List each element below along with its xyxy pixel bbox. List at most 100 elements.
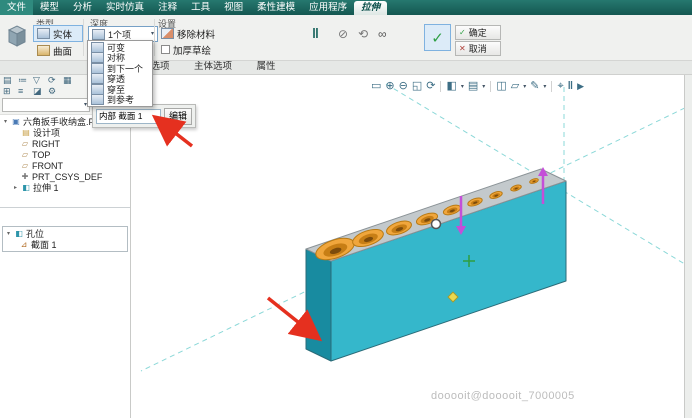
tab-properties[interactable]: 属性 <box>246 60 286 74</box>
white-drag-dot[interactable] <box>432 220 441 229</box>
extruded-block[interactable] <box>306 169 566 361</box>
depth-symmetric-icon <box>91 52 104 63</box>
expand-all-icon[interactable]: ⊞ <box>3 86 11 97</box>
tab-applications[interactable]: 应用程序 <box>302 0 354 15</box>
annotation-display-icon[interactable]: ✎ <box>530 79 539 94</box>
chevron-down-icon[interactable]: ▾ <box>461 84 464 90</box>
chevron-down-icon[interactable]: ▾ <box>543 84 546 90</box>
surface-icon <box>37 45 50 56</box>
tab-extrude-active[interactable]: 拉伸 <box>354 1 387 15</box>
preview-refresh-button[interactable]: ⟲ <box>358 27 368 41</box>
tab-view[interactable]: 视图 <box>217 0 250 15</box>
model-tree: ▾ ▣ 六角扳手收纳盒.PRT ▤ 设计项 ▱ RIGHT ▱ TOP ▱ FR… <box>0 116 130 418</box>
zoom-out-icon[interactable]: ⊖ <box>399 79 408 94</box>
tree-row-design-items[interactable]: ▤ 设计项 <box>0 127 130 138</box>
expand-arrow[interactable]: ▾ <box>5 230 12 237</box>
remove-material-label: 移除材料 <box>177 27 215 41</box>
filter-icon[interactable]: ▽ <box>33 75 40 86</box>
datum-plane-icon: ▱ <box>20 150 30 159</box>
tree-label: FRONT <box>32 161 63 171</box>
chevron-down-icon[interactable]: ▾ <box>523 84 526 90</box>
tree-label: 设计项 <box>33 126 60 139</box>
view-manager-icon[interactable]: ◫ <box>496 79 506 94</box>
ok-check-button[interactable]: ✓ <box>424 24 451 51</box>
placement-panel: 内部 截面 1 编辑 <box>92 104 196 128</box>
part-icon: ▣ <box>11 117 21 126</box>
graphics-viewport[interactable]: ▭ ⊕ ⊖ ◱ ⟳ ◧ ▾ ▤ ▾ ◫ ▱ ▾ ✎ ▾ ⌖ ‖ ▶ dooooi… <box>131 74 685 418</box>
remove-material-icon <box>161 28 174 39</box>
depth-option-to-reference[interactable]: 到参考 <box>88 95 152 106</box>
pause-button[interactable]: ‖ <box>312 25 319 41</box>
no-preview-button[interactable]: ⊘ <box>338 27 348 41</box>
group-separator <box>83 19 84 56</box>
ok-button[interactable]: ✓ 确定 <box>455 25 501 40</box>
tree-view-icon[interactable]: ▤ <box>3 75 12 86</box>
creo-window: 文件 模型 分析 实时仿真 注释 工具 视图 柔性建模 应用程序 拉伸 类型 实… <box>0 0 692 418</box>
tree-label: PRT_CSYS_DEF <box>32 172 102 182</box>
tab-model[interactable]: 模型 <box>33 0 66 15</box>
tree-filter-field[interactable]: ▾ <box>2 98 90 112</box>
tab-file[interactable]: 文件 <box>0 0 33 15</box>
cancel-button[interactable]: ✕ 取消 <box>455 41 501 56</box>
tree-label: TOP <box>32 150 50 160</box>
expand-arrow[interactable]: ▾ <box>2 118 9 125</box>
thicken-sketch-label: 加厚草绘 <box>173 43 211 57</box>
surface-button[interactable]: 曲面 <box>33 42 83 59</box>
depth-to-reference-icon <box>91 94 104 105</box>
tree-row-right-plane[interactable]: ▱ RIGHT <box>0 138 130 149</box>
cross-icon: ✕ <box>459 44 466 53</box>
tree-row-top-plane[interactable]: ▱ TOP <box>0 149 130 160</box>
refit-icon[interactable]: ◱ <box>412 79 422 94</box>
tab-body-options[interactable]: 主体选项 <box>184 60 242 74</box>
tab-live-simulation[interactable]: 实时仿真 <box>99 0 151 15</box>
tree-row-hole-feature[interactable]: ▾ ◧ 孔位 <box>3 228 127 239</box>
tree-row-section-1[interactable]: ⊿ 截面 1 <box>3 239 127 250</box>
tab-flexible-modeling[interactable]: 柔性建模 <box>250 0 302 15</box>
depth-options-dropdown: 可变 对称 到下一个 穿透 穿至 到参考 <box>87 40 153 107</box>
csys-icon: ✚ <box>20 172 30 181</box>
depth-option-label: 到参考 <box>107 93 134 106</box>
zoom-in-icon[interactable]: ⊕ <box>385 79 394 94</box>
layers-icon[interactable]: ≔ <box>18 75 27 86</box>
edit-sketch-button[interactable]: 编辑 <box>164 108 192 125</box>
chevron-down-icon[interactable]: ▾ <box>482 84 485 90</box>
tree-row-extrude-1[interactable]: ▸ ◧ 拉伸 1 <box>0 182 130 193</box>
remove-material-button[interactable]: 移除材料 <box>157 25 227 42</box>
repaint-icon[interactable]: ⟳ <box>426 79 435 94</box>
surface-label: 曲面 <box>53 44 72 58</box>
solid-icon <box>37 28 50 39</box>
tab-annotate[interactable]: 注释 <box>151 0 184 15</box>
list-icon[interactable]: ≡ <box>18 86 23 96</box>
insert-here-marker <box>0 207 130 208</box>
pause-icon[interactable]: ‖ <box>568 79 573 94</box>
depth-to-next-icon <box>91 63 104 74</box>
tab-analysis[interactable]: 分析 <box>66 0 99 15</box>
columns-icon[interactable]: ▦ <box>63 75 72 86</box>
section-icon[interactable]: ◪ <box>33 86 42 97</box>
display-style-icon[interactable]: ◧ <box>446 79 456 94</box>
gear-icon[interactable]: ⚙ <box>48 86 56 97</box>
active-feature-group: ▾ ◧ 孔位 ⊿ 截面 1 <box>2 226 128 252</box>
solid-label: 实体 <box>53 27 72 41</box>
datum-display-icon[interactable]: ▱ <box>511 79 519 94</box>
tree-row-front-plane[interactable]: ▱ FRONT <box>0 160 130 171</box>
extrude-feature-icon: ◧ <box>14 229 24 238</box>
play-icon[interactable]: ▶ <box>577 79 584 94</box>
spin-center-icon[interactable]: ⌖ <box>557 79 563 94</box>
scene-svg <box>131 74 685 418</box>
saved-orientations-icon[interactable]: ▤ <box>468 79 478 94</box>
solid-button[interactable]: 实体 <box>33 25 83 42</box>
frame-select-icon[interactable]: ▭ <box>371 79 381 94</box>
verify-glasses-button[interactable]: ∞ <box>378 27 387 41</box>
tree-label: 拉伸 1 <box>33 181 59 194</box>
check-icon: ✓ <box>459 28 466 37</box>
refresh-tree-icon[interactable]: ⟳ <box>48 75 56 86</box>
thicken-sketch-button[interactable]: 加厚草绘 <box>157 41 227 58</box>
thicken-sketch-checkbox[interactable] <box>161 45 170 54</box>
tab-tools[interactable]: 工具 <box>184 0 217 15</box>
tree-row-csys[interactable]: ✚ PRT_CSYS_DEF <box>0 171 130 182</box>
depth-variable-icon <box>91 42 104 53</box>
sketch-collector-field[interactable]: 内部 截面 1 <box>96 109 161 124</box>
expand-arrow[interactable]: ▸ <box>12 184 19 191</box>
block-left-face[interactable] <box>306 249 331 361</box>
